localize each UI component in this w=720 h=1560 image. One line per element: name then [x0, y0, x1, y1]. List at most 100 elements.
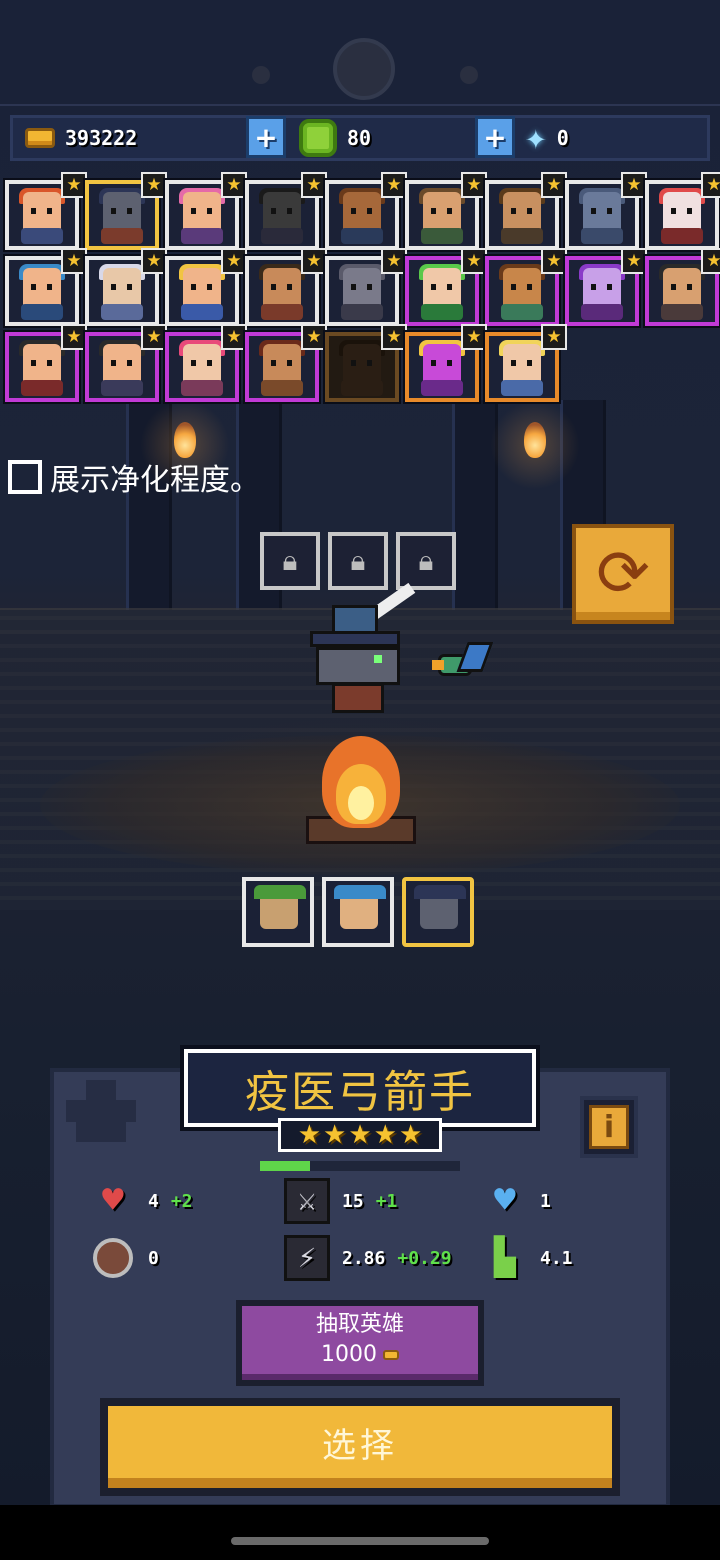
hero-rogue[interactable]: ★ — [645, 248, 720, 326]
star-badge-icon: ★ — [301, 248, 327, 274]
star-badge-icon: ★ — [61, 172, 87, 198]
add-gems-button[interactable]: + — [475, 116, 515, 158]
team-slot-plague-doctor[interactable] — [402, 877, 474, 947]
locked-slot[interactable]: 🔒︎ — [260, 532, 320, 590]
locked-skill-slots: 🔒︎ 🔒︎ 🔒︎ — [260, 532, 456, 590]
hero-golem[interactable]: ★ — [565, 172, 647, 250]
wall-line — [0, 104, 720, 106]
hero-hat-gunner[interactable]: ★ — [5, 324, 87, 402]
blue-heart-icon: ♥ — [494, 1180, 516, 1221]
star-badge-icon: ★ — [541, 324, 567, 350]
armor-shield-icon — [90, 1235, 136, 1281]
hero-king[interactable]: ★ — [165, 248, 247, 326]
star-badge-icon: ★ — [141, 324, 167, 350]
move-speed-value: 4.1 — [540, 1247, 573, 1269]
hero-pink-hair[interactable]: ★ — [165, 172, 247, 250]
hero-dryad[interactable]: ★ — [405, 248, 487, 326]
hp-value: 4 — [148, 1190, 159, 1212]
star-badge-icon: ★ — [301, 324, 327, 350]
shield-value: 1 — [540, 1190, 551, 1212]
star-badge-icon: ★ — [221, 172, 247, 198]
locked-slot[interactable]: 🔒︎ — [328, 532, 388, 590]
info-button[interactable]: i — [580, 1096, 638, 1158]
star-badge-icon: ★ — [61, 248, 87, 274]
gold-coin-icon — [25, 128, 55, 148]
star-badge-icon: ★ — [301, 172, 327, 198]
hero-row: ★ ★ ★ ★ ★ ★ ★ ★ ★ — [5, 248, 720, 326]
crystal-counter: ✦ 0 — [525, 118, 569, 158]
moon-ornament — [333, 38, 395, 100]
star-badge-icon: ★ — [541, 172, 567, 198]
star-icon: ★ — [323, 1120, 347, 1150]
team-slot-blue-hat[interactable] — [322, 877, 394, 947]
star-badge-icon: ★ — [221, 324, 247, 350]
add-gold-button[interactable]: + — [246, 116, 286, 158]
hero-bearded[interactable]: ★ — [485, 172, 567, 250]
hero-star-rating: ★ ★ ★ ★ ★ — [278, 1118, 442, 1152]
selected-hero-sprite — [310, 582, 440, 725]
star-icon: ★ — [348, 1120, 372, 1150]
ornament-dot — [252, 66, 270, 84]
star-badge-icon: ★ — [461, 172, 487, 198]
gem-amount: 80 — [347, 126, 372, 150]
refresh-button[interactable]: ⟳ — [572, 524, 674, 624]
armor-value: 0 — [148, 1247, 159, 1269]
hero-monk[interactable]: ★ — [325, 172, 407, 250]
hero-plague-doctor[interactable]: ★ — [85, 172, 167, 250]
team-slot-green-hat[interactable] — [242, 877, 314, 947]
stat-attack: ⚔ 15 +1 — [284, 1178, 397, 1224]
home-indicator[interactable] — [231, 1537, 489, 1545]
hero-sorcerer[interactable]: ★ — [565, 248, 647, 326]
star-badge-icon: ★ — [461, 324, 487, 350]
heart-icon: ♥ — [102, 1180, 124, 1221]
team-slots — [242, 877, 474, 947]
draw-hero-button[interactable]: 抽取英雄 1000 — [236, 1300, 484, 1386]
star-badge-icon: ★ — [621, 172, 647, 198]
purify-toggle[interactable]: 展示净化程度。 — [8, 455, 260, 499]
stat-shield: ♥ 1 — [482, 1178, 551, 1224]
star-badge-icon: ★ — [61, 324, 87, 350]
ornament-dot — [460, 66, 478, 84]
hero-blue-cap[interactable]: ★ — [5, 248, 87, 326]
hero-blonde[interactable]: ★ — [485, 324, 567, 402]
stat-armor: 0 — [90, 1235, 159, 1281]
star-badge-icon: ★ — [701, 172, 720, 198]
gold-coin-icon — [383, 1350, 399, 1360]
stat-hp: ♥ 4 +2 — [90, 1178, 192, 1224]
hero-demon[interactable]: ★ — [405, 324, 487, 402]
hero-old-man[interactable]: ★ — [85, 248, 167, 326]
boot-icon: ▙ — [494, 1237, 516, 1278]
hero-pink-twin[interactable]: ★ — [165, 324, 247, 402]
hero-pirate[interactable]: ★ — [245, 324, 327, 402]
hero-big-guy[interactable]: ★ — [485, 248, 567, 326]
info-icon: i — [589, 1105, 629, 1149]
locked-slot[interactable]: 🔒︎ — [396, 532, 456, 590]
attack-speed-bonus: +0.29 — [397, 1247, 452, 1269]
star-badge-icon: ★ — [701, 248, 720, 274]
fast-sword-icon: ⚡ — [284, 1235, 330, 1281]
select-button[interactable]: 选择 — [100, 1398, 620, 1496]
hero-witch[interactable]: ★ — [245, 172, 327, 250]
hero-row: ★ ★ ★ ★ ★ ★ ★ ★ ★ — [5, 172, 720, 250]
hero-row: ★ ★ ★ ★ ★ ★ ★ — [5, 324, 720, 402]
hero-wolf[interactable]: ★ — [325, 248, 407, 326]
crystal-sparkle-icon: ✦ — [525, 117, 547, 158]
hero-red-hair[interactable]: ★ — [5, 172, 87, 250]
lock-icon: 🔒︎ — [282, 544, 298, 577]
draw-hero-label: 抽取英雄 — [315, 1312, 404, 1337]
system-nav-bar — [0, 1505, 720, 1560]
hero-roster-grid: ★ ★ ★ ★ ★ ★ ★ ★ ★ ★ ★ ★ ★ ★ ★ ★ ★ ★ ★ ★ ★ ★ ★ ★ ★ — [5, 172, 720, 408]
campfire-icon — [302, 730, 420, 850]
gem-counter: 80 — [299, 118, 371, 158]
star-badge-icon: ★ — [381, 248, 407, 274]
torch-flame-icon — [174, 422, 196, 458]
hero-swordsman[interactable]: ★ — [85, 324, 167, 402]
hero-shadow[interactable]: ★ — [325, 324, 407, 402]
xp-bar — [260, 1161, 460, 1171]
checkbox[interactable] — [8, 460, 42, 494]
hero-fox[interactable]: ★ — [645, 172, 720, 250]
star-badge-icon: ★ — [621, 248, 647, 274]
hero-brawler[interactable]: ★ — [245, 248, 327, 326]
hero-ranger[interactable]: ★ — [405, 172, 487, 250]
star-badge-icon: ★ — [141, 172, 167, 198]
